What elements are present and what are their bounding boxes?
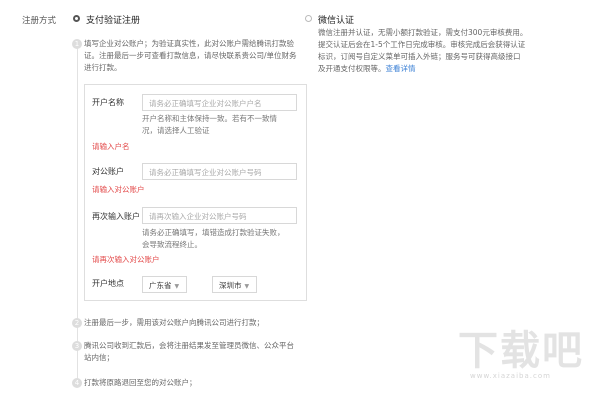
watermark-url: www.xiazaiba.com (470, 372, 551, 380)
account-name-label: 开户名称 (92, 98, 124, 107)
step-2-badge: 2 (72, 318, 82, 328)
account-confirm-label: 再次输入账户 (92, 212, 140, 221)
step-2-text: 注册最后一步，需用该对公账户向腾讯公司进行打款； (84, 318, 264, 327)
wechat-verification-radio[interactable] (305, 15, 312, 22)
steps-timeline (77, 45, 78, 380)
step-3-text: 腾讯公司收到汇款后，会将注册结果发至管理员微信、公众平台站内信； (84, 341, 294, 362)
wechat-desc-line-2: 提交认证后会在1-5个工作日完成审核。审核完成后会获得认证 (318, 40, 526, 49)
city-value: 深圳市 (219, 281, 242, 290)
registration-method-label: 注册方式 (22, 16, 57, 26)
payment-verification-title[interactable]: 支付验证注册 (86, 13, 140, 26)
account-number-error: 请输入对公账户 (92, 185, 145, 194)
wechat-desc-line-3: 标识，订阅号自定义菜单可插入外链；服务号可获得高级接口 (318, 52, 521, 61)
step-3-badge: 3 (72, 341, 82, 351)
account-name-error: 请输入户名 (92, 142, 130, 151)
account-confirm-error: 请再次输入对公账户 (92, 255, 160, 264)
account-confirm-hint: 请务必正确填写，填错造成打款验证失败， 会导致流程终止。 (142, 227, 302, 251)
step-1-text: 填写企业对公账户；为验证真实性，此对公账户需给腾讯打款验证。注册最后一步可查看打… (84, 39, 297, 72)
account-confirm-hint-line-2: 会导致流程终止。 (142, 240, 202, 249)
account-number-input[interactable]: 请务必正确填写企业对公账户号码 (142, 163, 297, 180)
wechat-desc-line-4: 及开通支付权限等。 (318, 64, 386, 73)
account-name-hint-line-1: 开户名称和主体保持一致。若有不一致情 (142, 114, 277, 123)
step-4-badge: 4 (72, 378, 82, 388)
account-confirm-hint-line-1: 请务必正确填写，填错造成打款验证失败， (142, 228, 285, 237)
province-select[interactable]: 广东省 ▼ (142, 276, 187, 293)
account-confirm-input[interactable]: 请再次输入企业对公账户号码 (142, 207, 297, 224)
chevron-down-icon: ▼ (174, 283, 180, 290)
step-1-badge: 1 (72, 39, 82, 49)
account-name-hint: 开户名称和主体保持一致。若有不一致情 况，请选择人工验证 (142, 113, 302, 137)
wechat-verification-title[interactable]: 微信认证 (318, 13, 354, 26)
account-name-input[interactable]: 请务必正确填写企业对公账户户名 (142, 94, 297, 111)
watermark-logo: 下载吧 (458, 328, 584, 374)
step-4-text: 打款将原路退回至您的对公账户； (84, 378, 197, 387)
payment-verification-radio[interactable] (73, 15, 80, 22)
province-value: 广东省 (149, 281, 172, 290)
account-number-label: 对公账户 (92, 167, 124, 176)
city-select[interactable]: 深圳市 ▼ (212, 276, 257, 293)
account-name-hint-line-2: 况，请选择人工验证 (142, 126, 210, 135)
view-details-link[interactable]: 查看详情 (386, 64, 416, 73)
chevron-down-icon: ▼ (244, 283, 250, 290)
wechat-desc-line-1: 微信注册并认证，无需小额打款验证，需支付300元审核费用。 (318, 28, 528, 37)
location-label: 开户地点 (92, 279, 124, 288)
wechat-verification-desc: 微信注册并认证，无需小额打款验证，需支付300元审核费用。 提交认证后会在1-5… (318, 27, 578, 75)
